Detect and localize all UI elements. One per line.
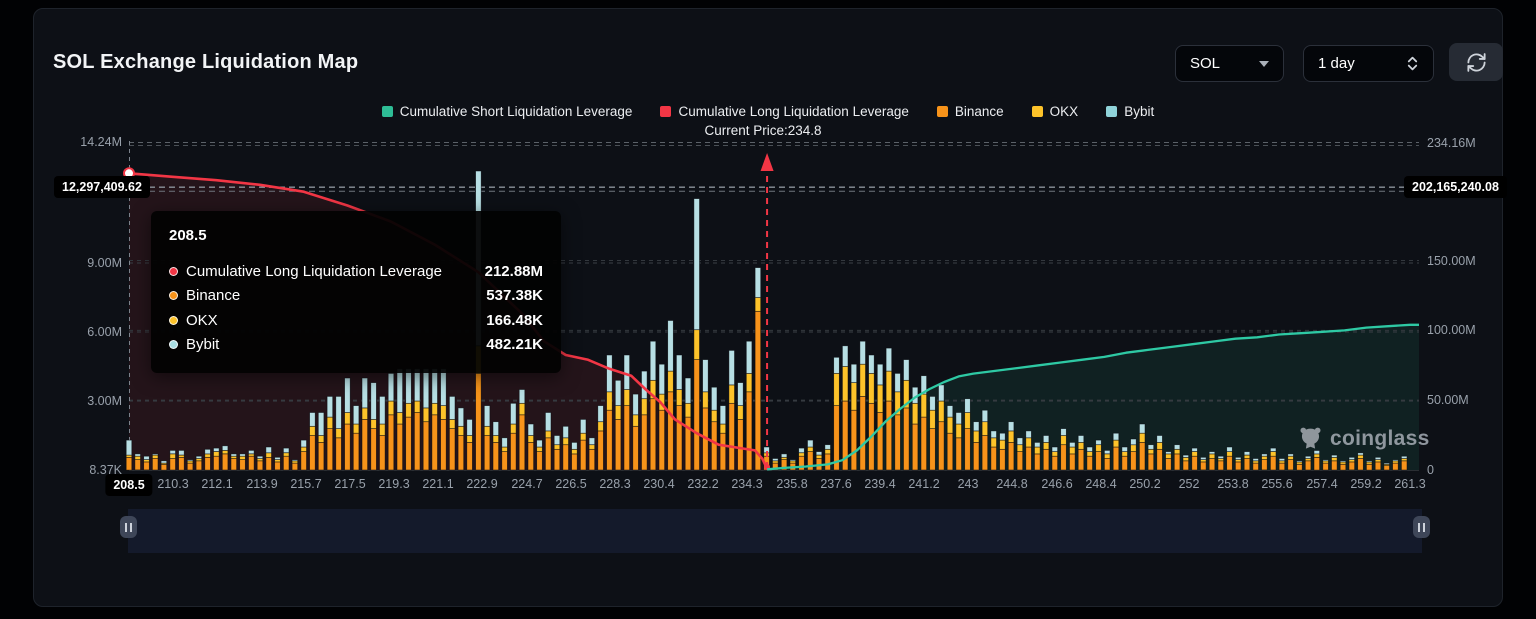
tooltip-row: Binance 537.38K: [169, 284, 543, 309]
x-axis-label: 253.8: [1217, 477, 1248, 491]
symbol-select-value: SOL: [1190, 55, 1237, 72]
legend-label: Cumulative Long Liquidation Leverage: [678, 104, 908, 119]
x-axis-label: 241.2: [908, 477, 939, 491]
legend-label: OKX: [1050, 104, 1079, 119]
x-axis-label: 235.8: [776, 477, 807, 491]
x-axis-label: 219.3: [378, 477, 409, 491]
x-axis-label: 259.2: [1350, 477, 1381, 491]
legend-swatch-icon: [382, 106, 393, 117]
legend-label: Cumulative Short Liquidation Leverage: [400, 104, 633, 119]
legend-item[interactable]: Cumulative Short Liquidation Leverage: [382, 104, 633, 119]
legend-swatch-icon: [660, 106, 671, 117]
x-axis-label: 250.2: [1129, 477, 1160, 491]
x-axis-label: 246.6: [1041, 477, 1072, 491]
x-axis-label: 239.4: [864, 477, 895, 491]
x-axis-label: 232.2: [687, 477, 718, 491]
y-axis-right-label: 50.00M: [1427, 393, 1469, 407]
legend-swatch-icon: [1032, 106, 1043, 117]
x-axis-label: 224.7: [511, 477, 542, 491]
y-axis-right-label: 234.16M: [1427, 136, 1476, 150]
liquidation-map-card: SOL Exchange Liquidation Map SOL 1 day C…: [33, 8, 1503, 607]
x-axis-value-badge: 208.5: [105, 474, 152, 496]
y-axis-left-label: 3.00M: [52, 394, 122, 408]
tooltip-series-dot-icon: [169, 291, 178, 300]
tooltip-price-title: 208.5: [169, 227, 543, 244]
x-axis-label: 252: [1179, 477, 1200, 491]
coinglass-watermark: coinglass: [1297, 425, 1430, 452]
short-leverage-value-badge: 202,165,240.08: [1404, 176, 1507, 198]
tooltip-series-value: 166.48K: [486, 312, 543, 329]
legend-label: Binance: [955, 104, 1004, 119]
x-axis-label: 261.3: [1394, 477, 1425, 491]
x-axis-label: 226.5: [555, 477, 586, 491]
legend-swatch-icon: [937, 106, 948, 117]
period-select-value: 1 day: [1318, 55, 1388, 72]
tooltip-series-value: 212.88M: [485, 263, 543, 280]
y-axis-right-label: 100.00M: [1427, 323, 1476, 337]
x-axis-label: 234.3: [731, 477, 762, 491]
coinglass-watermark-text: coinglass: [1330, 427, 1430, 451]
x-axis-label: 215.7: [290, 477, 321, 491]
x-axis-label: 230.4: [643, 477, 674, 491]
y-axis-right-label: 150.00M: [1427, 254, 1476, 268]
x-axis-label: 212.1: [201, 477, 232, 491]
tooltip-row: Bybit 482.21K: [169, 333, 543, 358]
tooltip-series-label: OKX: [186, 312, 478, 329]
chevron-down-icon: [1259, 61, 1269, 67]
x-axis-label: 243: [958, 477, 979, 491]
zoom-slider-handle-right[interactable]: [1413, 516, 1430, 538]
legend-item[interactable]: Bybit: [1106, 104, 1154, 119]
x-axis-label: 237.6: [820, 477, 851, 491]
tooltip-series-dot-icon: [169, 267, 178, 276]
y-axis-left-label: 6.00M: [52, 325, 122, 339]
current-price-label: Current Price:234.8: [704, 123, 821, 138]
legend-swatch-icon: [1106, 106, 1117, 117]
page-title: SOL Exchange Liquidation Map: [53, 51, 358, 74]
x-axis-label: 257.4: [1306, 477, 1337, 491]
x-axis-label: 221.1: [422, 477, 453, 491]
symbol-select[interactable]: SOL: [1175, 45, 1284, 82]
y-axis-left-label: 9.00M: [52, 256, 122, 270]
tooltip-series-dot-icon: [169, 340, 178, 349]
legend-item[interactable]: Binance: [937, 104, 1004, 119]
tooltip-series-label: Bybit: [186, 336, 478, 353]
tooltip-series-label: Binance: [186, 287, 478, 304]
chart-tooltip: 208.5 Cumulative Long Liquidation Levera…: [151, 211, 561, 373]
refresh-button[interactable]: [1449, 43, 1503, 81]
tooltip-row: Cumulative Long Liquidation Leverage 212.…: [169, 259, 543, 284]
x-axis-label: 217.5: [334, 477, 365, 491]
chart-legend: Cumulative Short Liquidation Leverage Cum…: [34, 104, 1502, 119]
legend-item[interactable]: OKX: [1032, 104, 1079, 119]
refresh-icon: [1465, 51, 1488, 74]
x-axis-label: 222.9: [466, 477, 497, 491]
tooltip-series-value: 482.21K: [486, 336, 543, 353]
zoom-slider-track[interactable]: [128, 509, 1422, 553]
tooltip-series-dot-icon: [169, 316, 178, 325]
zoom-slider-handle-left[interactable]: [120, 516, 137, 538]
tooltip-series-value: 537.38K: [486, 287, 543, 304]
tooltip-row: OKX 166.48K: [169, 308, 543, 333]
x-axis-label: 248.4: [1085, 477, 1116, 491]
x-axis-label: 213.9: [246, 477, 277, 491]
long-leverage-value-badge: 12,297,409.62: [54, 176, 150, 198]
x-axis-label: 228.3: [599, 477, 630, 491]
updown-stepper-icon: [1406, 55, 1419, 72]
x-axis-label: 255.6: [1261, 477, 1292, 491]
coinglass-logo-icon: [1297, 425, 1324, 452]
y-axis-right-label: 0: [1427, 463, 1434, 477]
legend-label: Bybit: [1124, 104, 1154, 119]
x-axis-label: 244.8: [996, 477, 1027, 491]
period-select[interactable]: 1 day: [1303, 45, 1434, 82]
y-axis-left-label: 14.24M: [52, 135, 122, 149]
legend-item[interactable]: Cumulative Long Liquidation Leverage: [660, 104, 908, 119]
x-axis-label: 210.3: [157, 477, 188, 491]
tooltip-series-label: Cumulative Long Liquidation Leverage: [186, 263, 477, 280]
